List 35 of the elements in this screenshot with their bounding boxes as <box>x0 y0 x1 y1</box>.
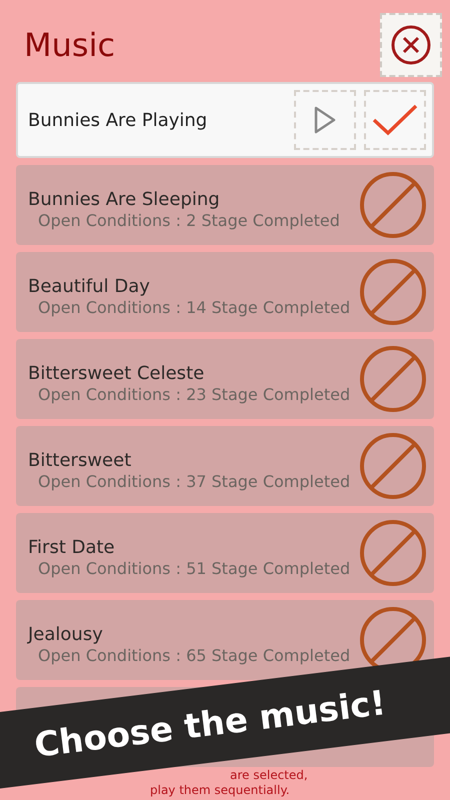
locked-song-row[interactable]: Jealousy Open Conditions : 65 Stage Completed <box>16 600 434 680</box>
close-icon <box>390 24 432 66</box>
open-condition: Open Conditions : 65 Stage Completed <box>37 646 352 666</box>
song-title: First Date <box>28 537 116 559</box>
banner-text: Choose the music! <box>32 682 389 768</box>
song-row[interactable]: Bunnies Are Playing <box>16 82 434 158</box>
song-title: Bunnies Are Playing <box>28 108 208 132</box>
locked-icon <box>358 431 428 501</box>
hint-text: are selected, <box>229 768 308 783</box>
close-button[interactable] <box>380 13 442 77</box>
locked-song-row[interactable]: First Date Open Conditions : 51 Stage Completed <box>16 513 434 593</box>
check-icon <box>371 103 419 137</box>
song-title: Beautiful Day <box>28 276 151 298</box>
locked-icon <box>358 257 428 327</box>
open-condition: Open Conditions : 37 Stage Completed <box>37 472 352 492</box>
locked-song-row[interactable]: Bittersweet Celeste Open Conditions : 23 Stage Completed <box>16 339 434 419</box>
open-condition: Open Conditions : 2 Stage Completed <box>37 211 341 231</box>
locked-icon <box>358 170 428 240</box>
play-icon <box>313 105 337 135</box>
song-title: Bittersweet Celeste <box>28 363 206 385</box>
open-condition: Open Conditions : 14 Stage Completed <box>37 298 352 318</box>
hint-text: play them sequentially. <box>150 783 290 798</box>
song-title: Bunnies Are Sleeping <box>28 189 221 211</box>
locked-icon <box>358 344 428 414</box>
select-button[interactable] <box>364 90 426 150</box>
locked-song-row[interactable]: Beautiful Day Open Conditions : 14 Stage Completed <box>16 252 434 332</box>
song-title: Jealousy <box>28 624 104 646</box>
screen-title: Music <box>24 29 116 61</box>
locked-icon <box>358 518 428 588</box>
song-title: Bittersweet <box>28 450 132 472</box>
play-button[interactable] <box>294 90 356 150</box>
locked-song-row[interactable]: Bunnies Are Sleeping Open Conditions : 2 Stage Completed <box>16 165 434 245</box>
open-condition: Open Conditions : 51 Stage Completed <box>37 559 352 579</box>
open-condition: Open Conditions : 23 Stage Completed <box>37 385 352 405</box>
locked-song-row[interactable]: Bittersweet Open Conditions : 37 Stage Completed <box>16 426 434 506</box>
